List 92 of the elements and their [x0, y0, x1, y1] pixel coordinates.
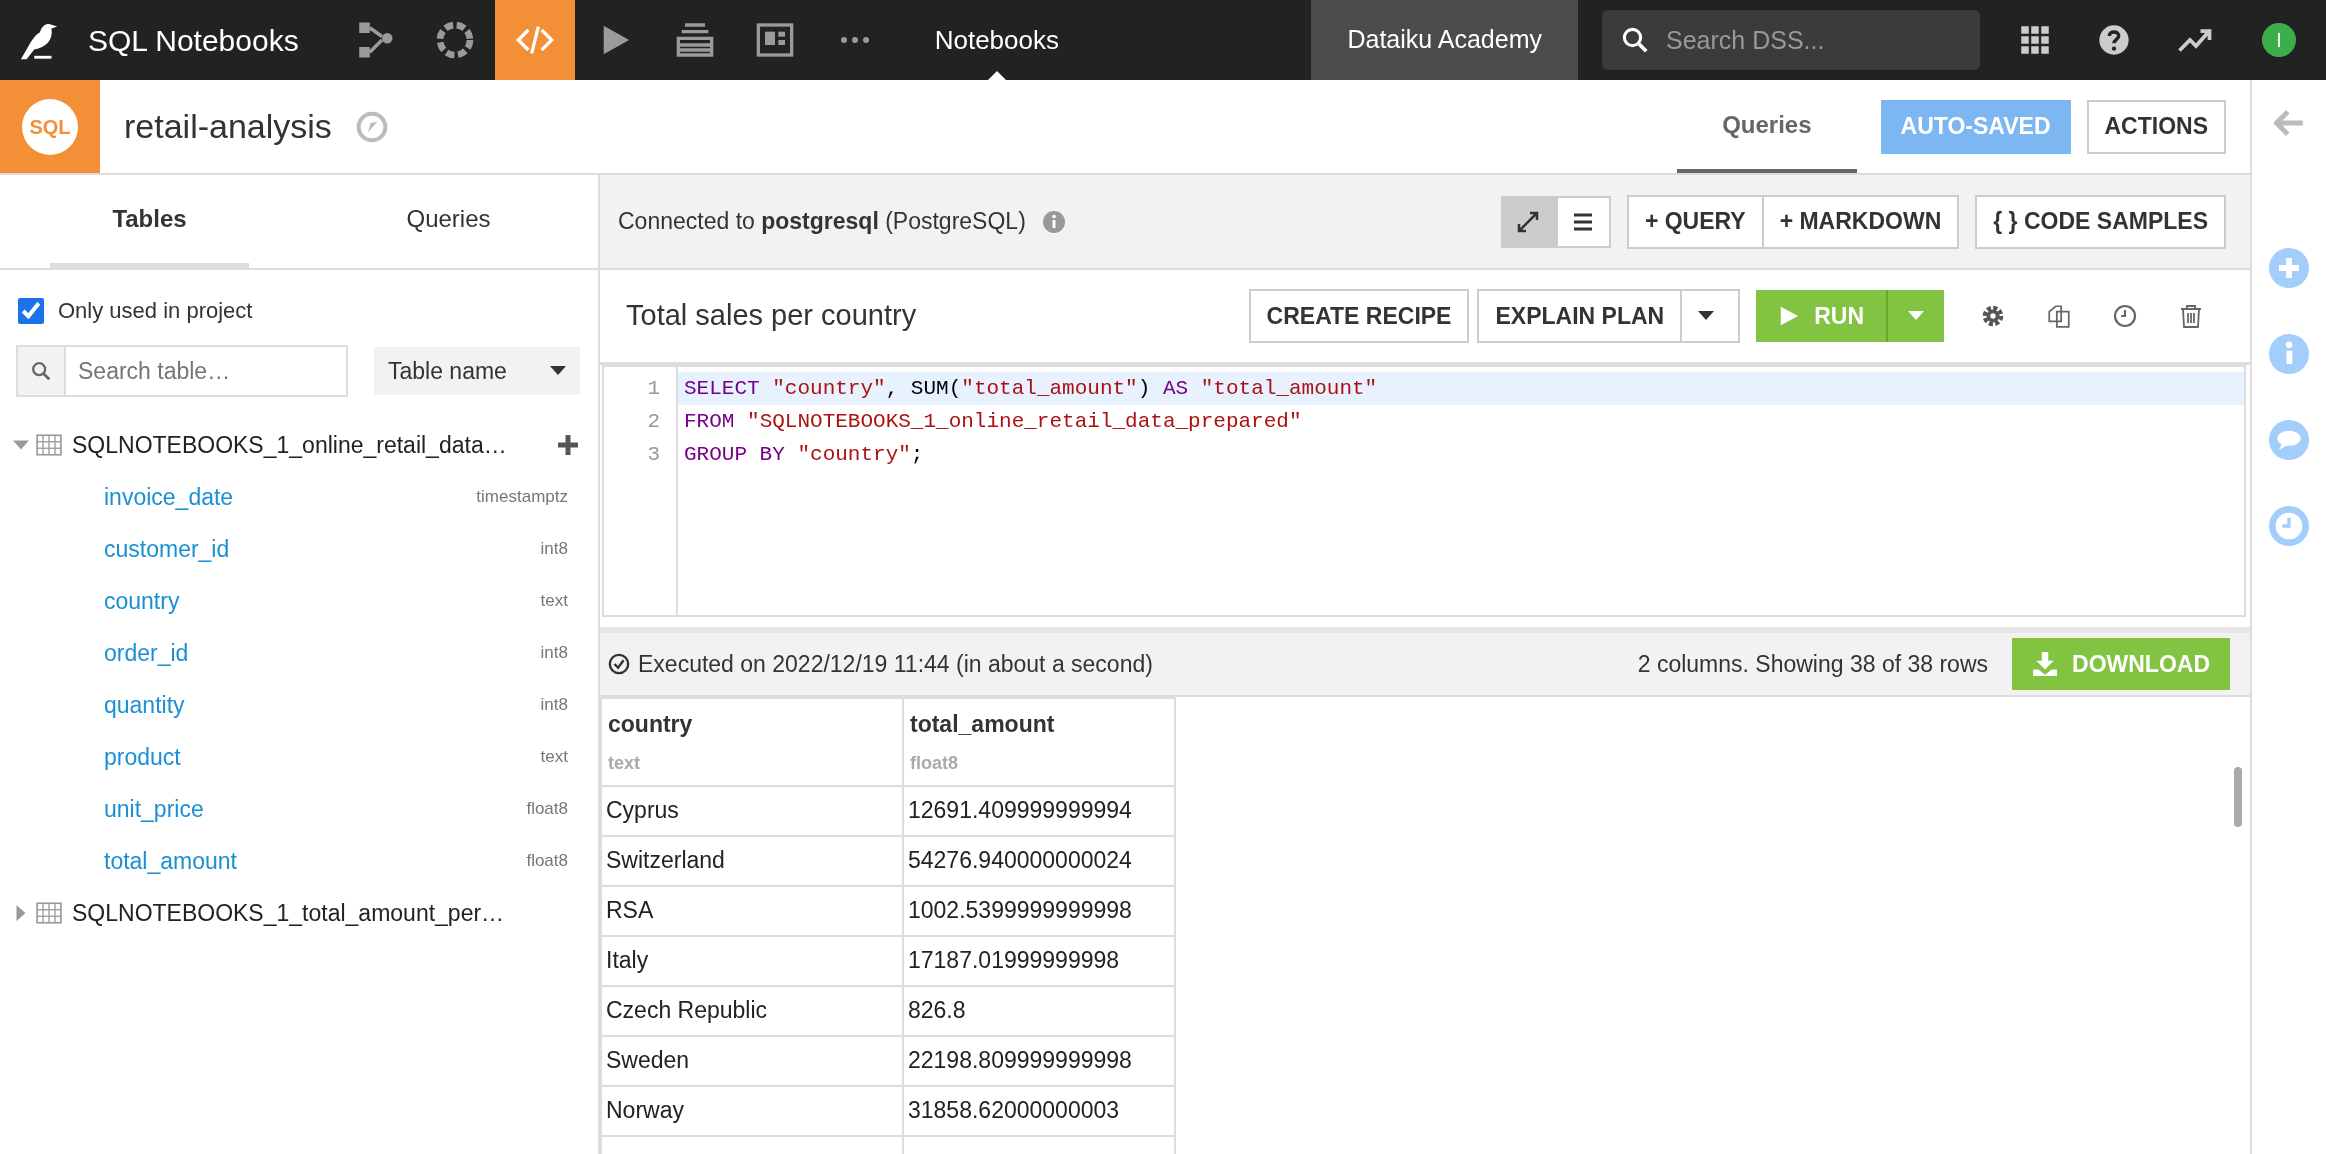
- table-cell: Czech Republic: [601, 985, 903, 1036]
- actions-button[interactable]: ACTIONS: [2086, 99, 2226, 154]
- table-cell: 1002.5399999999998: [903, 885, 1175, 936]
- download-icon: [2032, 651, 2058, 677]
- table-cell: Cyprus: [601, 785, 903, 836]
- column-type: int8: [540, 694, 568, 717]
- column-type: timestamptz: [476, 486, 568, 509]
- sort-dropdown[interactable]: Table name: [374, 347, 580, 395]
- checkbox-label: Only used in project: [58, 297, 253, 325]
- table-cell: 17187.01999999998: [903, 935, 1175, 986]
- sidebar-tab[interactable]: Tables: [50, 175, 249, 268]
- line-number: 3: [646, 442, 661, 468]
- sql-logo: SQL: [22, 98, 78, 155]
- table-cell: 22198.809999999998: [903, 1035, 1175, 1086]
- more-icon: [839, 35, 870, 45]
- line-number: 1: [646, 376, 661, 402]
- caret-icon: [1698, 311, 1715, 321]
- caret-icon: [550, 366, 566, 376]
- search-field[interactable]: Search DSS...: [1602, 10, 1980, 70]
- add-cell-button[interactable]: + QUERY: [1626, 194, 1764, 249]
- line-number: 2: [646, 409, 661, 435]
- view-toggle[interactable]: [1500, 195, 1556, 248]
- stack-icon: [674, 20, 715, 60]
- connection-text: Connected to postgresql (PostgreSQL): [618, 207, 1026, 237]
- dropdown-button[interactable]: [1682, 289, 1741, 343]
- copy-icon[interactable]: [2046, 303, 2072, 329]
- search-icon: [16, 345, 66, 397]
- scrollbar-thumb[interactable]: [2234, 767, 2242, 827]
- search-icon: [1620, 25, 1650, 55]
- pointer-notch: [987, 71, 1006, 80]
- column-link[interactable]: customer_id: [104, 531, 230, 567]
- column-type: float8: [910, 751, 959, 775]
- code-line: GROUP BY "country";: [683, 442, 925, 468]
- column-type: float8: [526, 798, 568, 821]
- execution-status: Executed on 2022/12/19 11:44 (in about a second): [638, 649, 1153, 679]
- table-icon: [36, 902, 62, 924]
- table-icon: [36, 434, 62, 456]
- apps-grid-icon[interactable]: [2020, 25, 2050, 55]
- explain-plan-button[interactable]: EXPLAIN PLAN: [1477, 289, 1683, 343]
- section-title[interactable]: Notebooks: [934, 20, 1059, 60]
- table-cell: 31858.62000000003: [903, 1085, 1175, 1136]
- column-header: country: [608, 710, 694, 739]
- column-type: int8: [540, 642, 568, 665]
- table-name[interactable]: SQLNOTEBOOKS_1_online_retail_data…: [72, 427, 507, 463]
- table-cell: 12691.409999999994: [903, 785, 1175, 836]
- run-options-button[interactable]: [1886, 290, 1944, 342]
- column-type: text: [540, 590, 568, 613]
- code-line: FROM "SQLNOTEBOOKS_1_online_retail_data_prepared": [683, 409, 1303, 435]
- table-cell: Norway: [601, 1085, 903, 1136]
- column-header: total_amount: [910, 710, 1056, 739]
- create-recipe-button[interactable]: CREATE RECIPE: [1248, 289, 1470, 343]
- expand-icon: [1516, 209, 1541, 234]
- code-samples-button[interactable]: { } CODE SAMPLES: [1975, 194, 2226, 249]
- table-cell: RSA: [601, 885, 903, 936]
- column-link[interactable]: product: [104, 739, 181, 775]
- clock-icon[interactable]: [2113, 304, 2137, 328]
- add-cell-button[interactable]: + MARKDOWN: [1763, 194, 1960, 249]
- column-link[interactable]: total_amount: [104, 843, 237, 879]
- column-link[interactable]: invoice_date: [104, 479, 234, 515]
- gear-icon[interactable]: [1980, 303, 2006, 329]
- column-link[interactable]: order_id: [104, 635, 189, 671]
- table-cell: Italy: [601, 935, 903, 986]
- trash-icon[interactable]: [2180, 304, 2202, 328]
- column-link[interactable]: unit_price: [104, 791, 204, 827]
- check-circle-icon: [608, 653, 630, 675]
- help-icon[interactable]: [2098, 24, 2130, 56]
- column-type: text: [540, 746, 568, 769]
- code-editor[interactable]: 1 2 3 SELECT "country", SUM("total_amount") AS "total_amount" FROM "SQLNOTEBOOKS_1_online_retail_data_prepared" GROUP BY "country";: [602, 365, 2246, 617]
- row-count: 2 columns. Showing 38 of 38 rows: [1637, 649, 1988, 679]
- dashboard-icon: [754, 20, 795, 60]
- info-icon[interactable]: [1041, 209, 1066, 234]
- table-cell: 54276.940000000024: [903, 835, 1175, 886]
- column-type: int8: [540, 538, 568, 561]
- add-icon[interactable]: [556, 433, 580, 457]
- ring-icon: [434, 20, 475, 60]
- column-link[interactable]: quantity: [104, 687, 185, 723]
- table-cell: Sweden: [601, 1035, 903, 1086]
- sidebar-tab[interactable]: Queries: [349, 175, 548, 268]
- column-link[interactable]: country: [104, 583, 180, 619]
- table-cell: Switzerland: [601, 835, 903, 886]
- column-type: text: [608, 751, 641, 775]
- workspace-button[interactable]: Dataiku Academy: [1311, 0, 1578, 80]
- table-search-field[interactable]: Search table…: [66, 345, 348, 397]
- column-type: float8: [526, 850, 568, 873]
- checkbox[interactable]: [18, 297, 44, 324]
- table-cell: 826.8: [903, 985, 1175, 1036]
- view-toggle[interactable]: [1555, 195, 1611, 248]
- app-title: SQL Notebooks: [88, 22, 299, 59]
- caret-icon: [1908, 311, 1924, 321]
- query-title: Total sales per country: [626, 298, 917, 334]
- notebook-title: retail-analysis: [124, 106, 332, 147]
- table-name[interactable]: SQLNOTEBOOKS_1_total_amount_per…: [72, 895, 505, 931]
